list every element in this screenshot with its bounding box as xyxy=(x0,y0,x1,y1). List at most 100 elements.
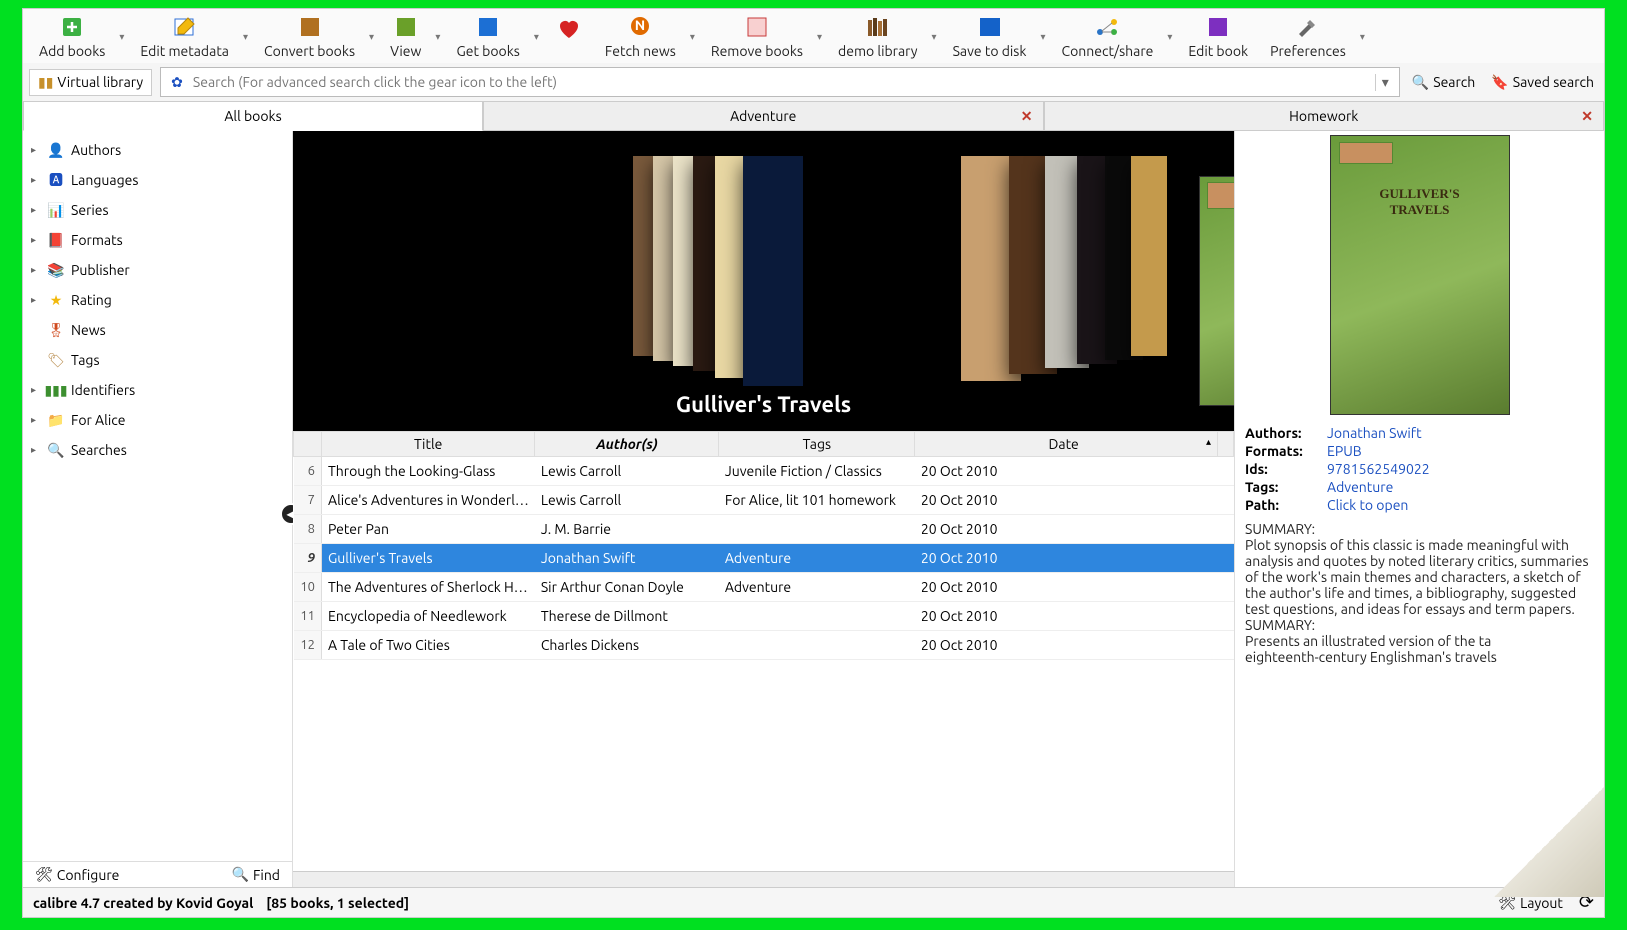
column-header-num[interactable] xyxy=(294,432,322,457)
add-books-button[interactable]: Add books xyxy=(29,13,115,61)
table-row[interactable]: 8Peter PanJ. M. Barrie20 Oct 2010 xyxy=(294,515,1234,544)
get-books-dropdown[interactable]: ▾ xyxy=(530,13,543,61)
tab-homework[interactable]: Homework✕ xyxy=(1044,101,1605,131)
sidebar-item-authors[interactable]: ▸👤Authors xyxy=(23,135,292,165)
cell-date: 20 Oct 2010 xyxy=(915,515,1218,544)
search-input[interactable] xyxy=(189,70,1375,94)
table-scrollbar[interactable] xyxy=(293,871,1234,887)
edit-metadata-dropdown[interactable]: ▾ xyxy=(239,13,252,61)
save-to-disk-dropdown[interactable]: ▾ xyxy=(1036,13,1049,61)
fetch-news-icon: N xyxy=(626,15,654,39)
column-header-date[interactable]: Date▴ xyxy=(915,432,1218,457)
library-icon: ▮▮ xyxy=(38,74,53,91)
cover-stack: GULLIVER'STRAVELS xyxy=(293,131,1234,431)
virtual-library-button[interactable]: ▮▮ Virtual library xyxy=(29,69,152,96)
get-books-icon xyxy=(474,15,502,39)
sidebar-item-tags[interactable]: 🏷Tags xyxy=(23,345,292,375)
edit-metadata-button[interactable]: Edit metadata xyxy=(130,13,239,61)
column-header-author-s-[interactable]: Author(s) xyxy=(535,432,719,457)
table-row[interactable]: 12A Tale of Two CitiesCharles Dickens20 … xyxy=(294,631,1234,660)
view-label: View xyxy=(390,43,421,59)
table-row[interactable]: 6Through the Looking-GlassLewis CarrollJ… xyxy=(294,457,1234,486)
table-row[interactable]: 9Gulliver's TravelsJonathan SwiftAdventu… xyxy=(294,544,1234,573)
preferences-dropdown[interactable]: ▾ xyxy=(1356,13,1369,61)
demo-library-dropdown[interactable]: ▾ xyxy=(928,13,941,61)
sidebar-item-formats[interactable]: ▸📕Formats xyxy=(23,225,292,255)
main-area: ▸👤Authors▸🅰Languages▸📊Series▸📕Formats▸📚P… xyxy=(23,131,1604,887)
summary-heading-2: SUMMARY: xyxy=(1245,617,1594,633)
preferences-button[interactable]: Preferences xyxy=(1260,13,1356,61)
path-value[interactable]: Click to open xyxy=(1327,497,1408,513)
cell-tags xyxy=(719,602,915,631)
fetch-news-label: Fetch news xyxy=(605,43,676,59)
view-button[interactable]: View xyxy=(380,13,431,61)
authors-value[interactable]: Jonathan Swift xyxy=(1327,425,1422,441)
find-button[interactable]: 🔍 Find xyxy=(228,866,284,883)
demo-library-label: demo library xyxy=(838,43,918,59)
close-icon[interactable]: ✕ xyxy=(1021,108,1033,125)
news-icon: 🎖 xyxy=(47,321,65,339)
column-header-title[interactable]: Title xyxy=(322,432,535,457)
save-to-disk-button[interactable]: Save to disk xyxy=(943,13,1037,61)
row-number: 7 xyxy=(294,486,322,515)
barcode-icon: ▮▮▮ xyxy=(47,381,65,399)
view-dropdown[interactable]: ▾ xyxy=(431,13,444,61)
convert-books-button[interactable]: Convert books xyxy=(254,13,365,61)
sidebar-item-languages[interactable]: ▸🅰Languages xyxy=(23,165,292,195)
sidebar-item-news[interactable]: 🎖News xyxy=(23,315,292,345)
table-row[interactable]: 10The Adventures of Sherlock H…Sir Arthu… xyxy=(294,573,1234,602)
tags-value[interactable]: Adventure xyxy=(1327,479,1393,495)
table-row[interactable]: 7Alice's Adventures in Wonderl…Lewis Car… xyxy=(294,486,1234,515)
cell-author: Lewis Carroll xyxy=(535,486,719,515)
search-dropdown-icon[interactable]: ▾ xyxy=(1375,74,1395,91)
detail-cover[interactable]: GULLIVER'STRAVELS xyxy=(1330,135,1510,415)
configure-button[interactable]: 🛠 Configure xyxy=(31,866,123,883)
search-button[interactable]: 🔍 Search xyxy=(1408,74,1480,91)
cover-thumb-selected[interactable]: GULLIVER'STRAVELS xyxy=(1199,176,1235,406)
book-count: [85 books, 1 selected] xyxy=(266,895,409,911)
layout-button[interactable]: 🛠 Layout xyxy=(1494,894,1567,911)
sidebar-item-searches[interactable]: ▸🔍Searches xyxy=(23,435,292,465)
fetch-news-dropdown[interactable]: ▾ xyxy=(686,13,699,61)
wrench-icon: 🛠 xyxy=(1498,894,1516,911)
formats-value[interactable]: EPUB xyxy=(1327,443,1362,459)
add-books-dropdown[interactable]: ▾ xyxy=(115,13,128,61)
sidebar-item-identifiers[interactable]: ▸▮▮▮Identifiers xyxy=(23,375,292,405)
tab-all-books[interactable]: All books xyxy=(23,101,483,131)
connect-share-dropdown[interactable]: ▾ xyxy=(1163,13,1176,61)
heart-button[interactable] xyxy=(545,13,593,61)
column-header-tags[interactable]: Tags xyxy=(719,432,915,457)
fetch-news-button[interactable]: N Fetch news xyxy=(595,13,686,61)
sidebar-item-publisher[interactable]: ▸📚Publisher xyxy=(23,255,292,285)
magnifier-icon: 🔍 xyxy=(1412,74,1429,91)
table-row[interactable]: 11Encyclopedia of NeedleworkTherese de D… xyxy=(294,602,1234,631)
demo-library-button[interactable]: demo library xyxy=(828,13,928,61)
add-books-icon xyxy=(58,15,86,39)
remove-books-label: Remove books xyxy=(711,43,803,59)
cover-flow[interactable]: GULLIVER'STRAVELS Gulliver's Travels xyxy=(293,131,1234,431)
ids-value[interactable]: 9781562549022 xyxy=(1327,461,1430,477)
close-icon[interactable]: ✕ xyxy=(1581,108,1593,125)
connect-share-button[interactable]: Connect/share xyxy=(1052,13,1164,61)
edit-book-button[interactable]: Edit book xyxy=(1178,13,1258,61)
remove-books-button[interactable]: Remove books xyxy=(701,13,813,61)
row-number: 9 xyxy=(294,544,322,573)
person-icon: 👤 xyxy=(47,141,65,159)
search-row: ▮▮ Virtual library ✿ ▾ 🔍 Search 🔖 Saved … xyxy=(23,63,1604,101)
cover-thumb[interactable] xyxy=(1131,156,1167,356)
saved-search-button[interactable]: 🔖 Saved search xyxy=(1487,74,1598,91)
cell-title: Encyclopedia of Needlework xyxy=(322,602,535,631)
sidebar-item-for-alice[interactable]: ▸📁For Alice xyxy=(23,405,292,435)
convert-books-dropdown[interactable]: ▾ xyxy=(365,13,378,61)
get-books-button[interactable]: Get books xyxy=(446,13,529,61)
sidebar-item-rating[interactable]: ▸★Rating xyxy=(23,285,292,315)
sort-indicator-icon: ▴ xyxy=(1206,436,1211,448)
refresh-icon[interactable]: ⟳ xyxy=(1579,892,1594,913)
configure-label: Configure xyxy=(57,867,120,883)
remove-books-dropdown[interactable]: ▾ xyxy=(813,13,826,61)
gear-icon[interactable]: ✿ xyxy=(165,74,189,91)
cover-thumb[interactable] xyxy=(743,156,803,386)
tab-adventure[interactable]: Adventure✕ xyxy=(483,101,1044,131)
sidebar-item-series[interactable]: ▸📊Series xyxy=(23,195,292,225)
center-pane: GULLIVER'STRAVELS Gulliver's Travels Tit… xyxy=(293,131,1234,887)
